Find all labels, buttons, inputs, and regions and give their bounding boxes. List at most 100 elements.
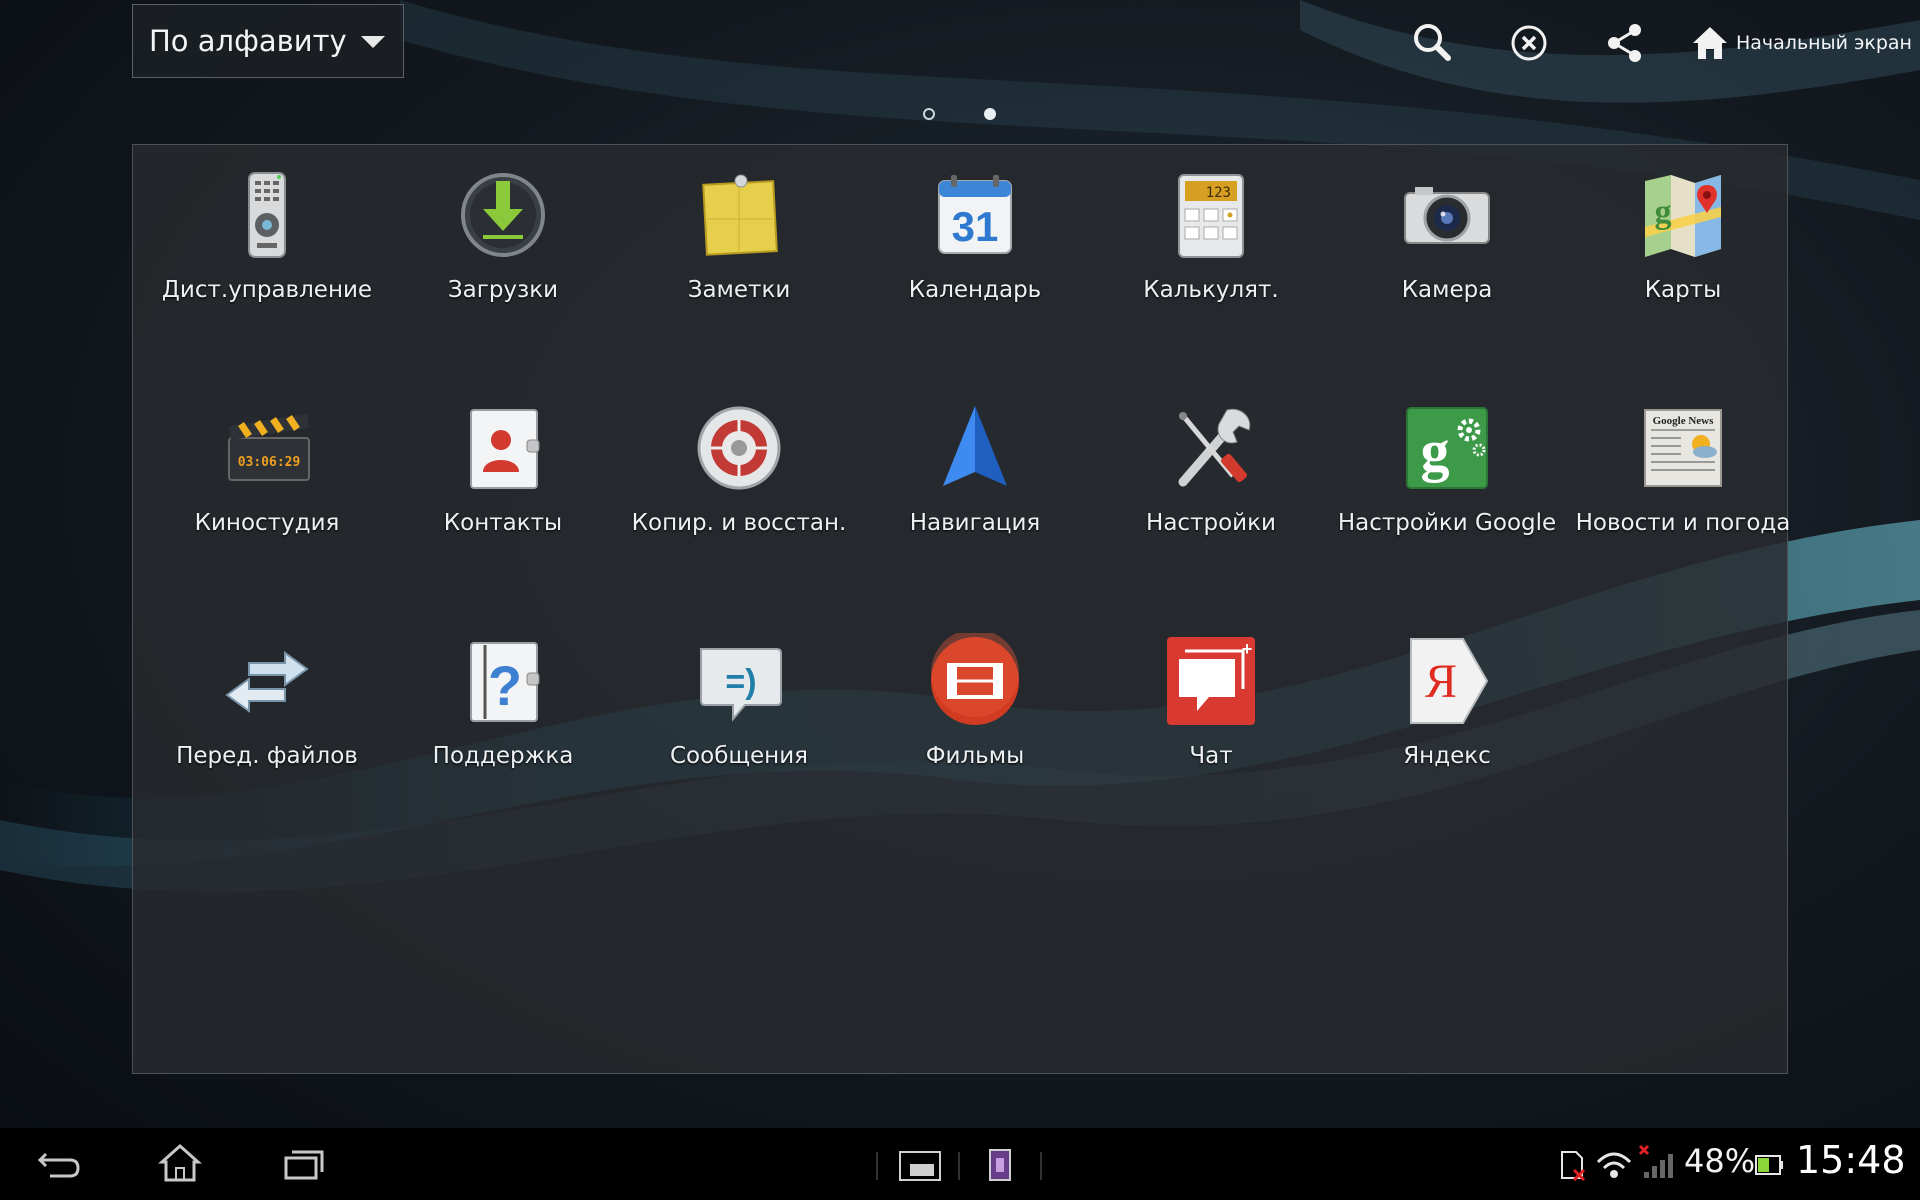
back-button[interactable]	[30, 1140, 90, 1188]
close-circle-icon	[1511, 25, 1547, 61]
small-app-window-icon	[899, 1151, 941, 1181]
home-icon	[1693, 27, 1727, 59]
uninstall-button[interactable]	[1504, 18, 1554, 68]
svg-text:g: g	[1421, 418, 1450, 483]
divider	[1040, 1152, 1042, 1180]
share-button[interactable]	[1600, 18, 1650, 68]
app-remote-control[interactable]: Дист.управление	[149, 145, 385, 325]
svg-text:Google News: Google News	[1653, 415, 1715, 427]
maps-icon: g	[1645, 175, 1721, 257]
app-label: Дист.управление	[161, 277, 373, 303]
page-indicator-2-current[interactable]	[984, 108, 996, 120]
page-indicator-1[interactable]	[923, 108, 935, 120]
battery-charging-icon	[1755, 1155, 1783, 1175]
app-notes[interactable]: Заметки	[621, 145, 857, 325]
app-calculator[interactable]: 123 Калькулят.	[1093, 145, 1329, 325]
downloads-icon	[461, 173, 545, 257]
remote-control-icon	[248, 172, 286, 258]
small-app-2-button[interactable]	[970, 1140, 1030, 1188]
battery-percent: 48%	[1684, 1142, 1756, 1180]
app-label: Календарь	[908, 277, 1042, 303]
app-maps[interactable]: g Карты	[1565, 145, 1801, 325]
app-label: Заметки	[687, 277, 791, 303]
home-screen-button[interactable]: Начальный экран	[1690, 18, 1912, 68]
app-label: Киностудия	[194, 510, 340, 536]
app-news-weather[interactable]: Google News Новости и погода	[1565, 378, 1801, 558]
navigation-icon	[943, 406, 1007, 486]
settings-icon	[1178, 408, 1251, 487]
app-yandex[interactable]: Я Яндекс	[1329, 611, 1565, 791]
calendar-icon: 31	[938, 175, 1012, 254]
app-label: Навигация	[909, 510, 1041, 536]
search-icon	[1414, 24, 1451, 61]
small-app-1-button[interactable]	[890, 1140, 950, 1188]
no-sim-status	[1556, 1140, 1590, 1188]
sort-dropdown[interactable]: По алфавиту	[132, 4, 404, 78]
cellular-status	[1636, 1140, 1676, 1188]
support-icon: ?	[470, 642, 540, 722]
app-label: Камера	[1401, 277, 1493, 303]
sim-card-error-icon	[1561, 1151, 1586, 1182]
calculator-icon: 123	[1178, 174, 1244, 258]
divider	[876, 1152, 878, 1180]
wifi-icon	[1596, 1152, 1632, 1178]
app-movies[interactable]: Фильмы	[857, 611, 1093, 791]
app-label: Копир. и восстан.	[631, 510, 847, 536]
svg-text:+: +	[1242, 639, 1253, 659]
movie-studio-icon: 03:06:29	[228, 414, 310, 481]
notes-icon	[702, 174, 778, 256]
apps-panel: Дист.управление Загрузки Заметки 31 Кале…	[132, 144, 1790, 1074]
camera-icon	[1404, 187, 1490, 244]
app-google-settings[interactable]: g Настройки Google	[1329, 378, 1565, 558]
contacts-icon	[470, 409, 540, 489]
backup-restore-icon	[697, 406, 781, 490]
divider	[958, 1152, 960, 1180]
app-navigation[interactable]: Навигация	[857, 378, 1093, 558]
recent-apps-icon	[284, 1150, 324, 1180]
app-label: Карты	[1644, 277, 1722, 303]
svg-text:?: ?	[488, 654, 522, 717]
app-label: Контакты	[443, 510, 563, 536]
app-contacts[interactable]: Контакты	[385, 378, 621, 558]
file-transfer-icon	[225, 651, 309, 713]
app-settings[interactable]: Настройки	[1093, 378, 1329, 558]
app-chat[interactable]: + Чат	[1093, 611, 1329, 791]
home-button[interactable]	[150, 1140, 210, 1188]
home-screen-label: Начальный экран	[1736, 32, 1912, 54]
yandex-icon: Я	[1410, 638, 1489, 724]
google-settings-icon: g	[1406, 407, 1488, 489]
svg-text:31: 31	[952, 203, 999, 250]
app-label: Перед. файлов	[176, 743, 358, 769]
movies-icon	[931, 633, 1019, 725]
clock: 15:48	[1796, 1138, 1906, 1182]
app-camera[interactable]: Камера	[1329, 145, 1565, 325]
back-icon	[37, 1152, 80, 1178]
app-messages[interactable]: =) Сообщения	[621, 611, 857, 791]
home-outline-icon	[158, 1143, 202, 1182]
app-backup-restore[interactable]: Копир. и восстан.	[621, 378, 857, 558]
share-icon	[1608, 24, 1641, 62]
app-label: Настройки	[1146, 510, 1276, 536]
sort-dropdown-label: По алфавиту	[149, 24, 347, 58]
app-support[interactable]: ? Поддержка	[385, 611, 621, 791]
messages-icon: =)	[700, 648, 782, 722]
app-label: Яндекс	[1403, 743, 1491, 769]
svg-text:03:06:29: 03:06:29	[238, 455, 301, 470]
app-label: Загрузки	[447, 277, 559, 303]
app-movie-studio[interactable]: 03:06:29 Киностудия	[149, 378, 385, 558]
chat-icon: +	[1167, 637, 1255, 725]
app-label: Новости и погода	[1575, 510, 1791, 536]
app-calendar[interactable]: 31 Календарь	[857, 145, 1093, 325]
app-label: Поддержка	[432, 743, 574, 769]
app-label: Сообщения	[669, 743, 809, 769]
svg-text:g: g	[1655, 194, 1672, 231]
battery-status	[1752, 1140, 1786, 1188]
app-file-transfer[interactable]: Перед. файлов	[149, 611, 385, 791]
app-label: Настройки Google	[1337, 510, 1557, 536]
home-screen: По алфавиту Начальный экран Дист.управле…	[0, 0, 1920, 1200]
small-app-note-icon	[989, 1149, 1011, 1181]
recent-apps-button[interactable]	[270, 1140, 330, 1188]
app-downloads[interactable]: Загрузки	[385, 145, 621, 325]
search-button[interactable]	[1408, 18, 1458, 68]
system-nav-bar: 48% 15:48	[0, 1128, 1920, 1200]
